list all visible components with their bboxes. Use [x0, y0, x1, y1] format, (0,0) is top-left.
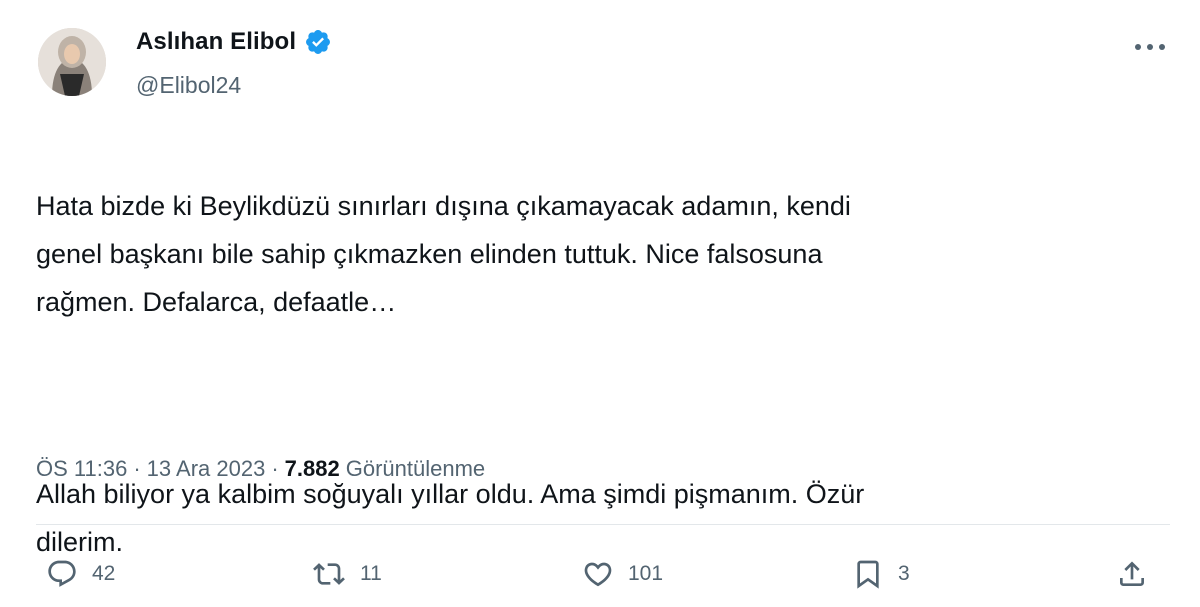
reply-button[interactable]: 42	[46, 552, 115, 596]
reply-icon	[48, 560, 76, 587]
avatar[interactable]	[38, 28, 106, 96]
more-horizontal-icon	[1135, 44, 1165, 50]
share-button[interactable]	[1116, 552, 1148, 596]
retweet-button[interactable]: 11	[312, 552, 382, 596]
tweet-meta: ÖS 11:36 · 13 Ara 2023 · 7.882 Görüntüle…	[36, 456, 485, 482]
tweet-paragraph: Hata bizde ki Beylikdüzü sınırları dışın…	[36, 191, 851, 317]
tweet-date[interactable]: 13 Ara 2023	[147, 456, 266, 482]
tweet-text: Hata bizde ki Beylikdüzü sınırları dışın…	[36, 134, 1156, 607]
meta-separator: ·	[271, 456, 279, 481]
share-icon	[1120, 561, 1144, 586]
retweet-icon	[313, 563, 345, 585]
author-name-row: Aslıhan Elibol	[136, 28, 332, 56]
tweet-time[interactable]: ÖS 11:36	[36, 456, 127, 482]
like-button[interactable]: 101	[582, 552, 663, 596]
bookmark-icon	[857, 560, 879, 589]
profile-photo-icon	[38, 28, 106, 96]
author-handle[interactable]: @Elibol24	[136, 72, 241, 99]
display-name[interactable]: Aslıhan Elibol	[136, 28, 296, 56]
views-label: Görüntülenme	[345, 456, 486, 481]
retweet-count: 11	[360, 562, 382, 585]
heart-icon	[584, 562, 612, 587]
bookmark-count: 3	[898, 562, 910, 585]
action-bar: 42 11 101 3	[36, 552, 1164, 596]
like-count: 101	[628, 562, 664, 585]
meta-separator: ·	[133, 456, 141, 481]
more-options-button[interactable]	[1130, 32, 1170, 62]
bookmark-button[interactable]: 3	[852, 552, 910, 596]
divider	[36, 524, 1170, 525]
views-count: 7.882	[284, 456, 340, 481]
verified-badge-icon	[304, 28, 332, 56]
reply-count: 42	[92, 562, 116, 585]
